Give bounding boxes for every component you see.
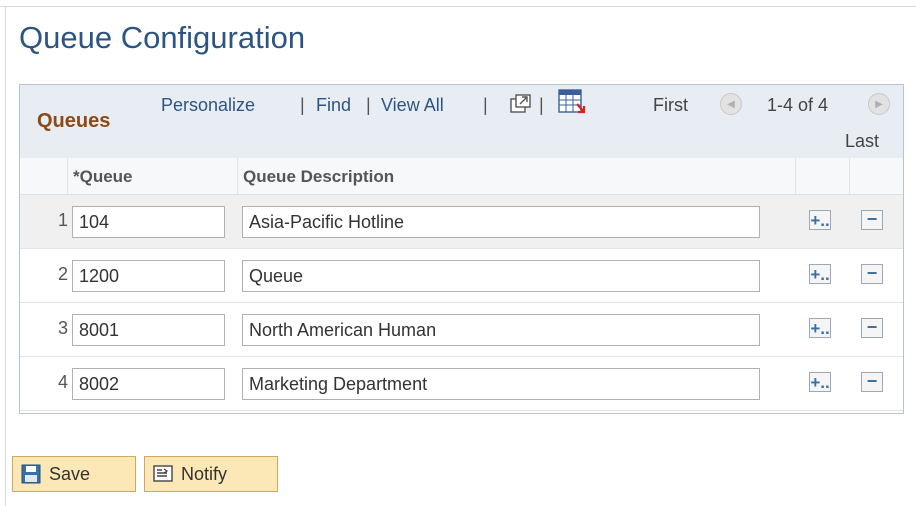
table-row: 1 +.. − bbox=[20, 195, 903, 249]
queue-description-input[interactable] bbox=[242, 314, 760, 346]
find-link[interactable]: Find bbox=[316, 95, 351, 116]
row-number: 3 bbox=[57, 318, 68, 338]
table-row: 4 +.. − bbox=[20, 357, 903, 411]
delete-row-icon: − bbox=[866, 371, 878, 391]
save-label: Save bbox=[49, 463, 91, 484]
delete-row-button[interactable]: − bbox=[861, 210, 883, 230]
queue-input[interactable] bbox=[72, 206, 225, 238]
row-number: 4 bbox=[57, 372, 68, 392]
add-row-icon: +.. bbox=[810, 210, 830, 230]
notify-icon bbox=[153, 465, 173, 482]
add-row-icon: +.. bbox=[810, 372, 830, 392]
table-row: 3 +.. − bbox=[20, 303, 903, 357]
page-title: Queue Configuration bbox=[19, 20, 306, 55]
new-window-icon[interactable] bbox=[510, 94, 532, 114]
column-header-delete bbox=[850, 158, 903, 195]
delete-row-button[interactable]: − bbox=[861, 372, 883, 392]
column-header-queue: *Queue bbox=[68, 158, 238, 195]
add-row-button[interactable]: +.. bbox=[809, 210, 831, 230]
view-all-link[interactable]: View All bbox=[381, 95, 444, 116]
column-header-add bbox=[796, 158, 850, 195]
delete-row-icon: − bbox=[866, 317, 878, 337]
queue-input[interactable] bbox=[72, 260, 225, 292]
add-row-icon: +.. bbox=[810, 264, 830, 284]
table-row: 2 +.. − bbox=[20, 249, 903, 303]
queue-description-input[interactable] bbox=[242, 206, 760, 238]
queue-description-input[interactable] bbox=[242, 260, 760, 292]
column-header-description-label: Queue Description bbox=[243, 167, 395, 186]
next-arrow-icon[interactable]: ▶ bbox=[868, 93, 890, 115]
grid-header: Queues Personalize | Find | View All | |… bbox=[20, 85, 903, 158]
toolbar-separator: | bbox=[483, 95, 488, 115]
notify-label: Notify bbox=[181, 463, 228, 484]
download-to-excel-icon[interactable] bbox=[557, 88, 587, 117]
save-button[interactable]: Save bbox=[12, 456, 136, 492]
frame-top-border bbox=[0, 6, 916, 7]
queue-input[interactable] bbox=[72, 314, 225, 346]
add-row-icon: +.. bbox=[810, 318, 830, 338]
column-header-queue-label: *Queue bbox=[73, 167, 133, 186]
row-range: 1-4 of 4 bbox=[767, 95, 829, 115]
queues-grid: Queues Personalize | Find | View All | |… bbox=[19, 84, 904, 414]
queue-description-input[interactable] bbox=[242, 368, 760, 400]
delete-row-button[interactable]: − bbox=[861, 264, 883, 284]
add-row-button[interactable]: +.. bbox=[809, 318, 831, 338]
grid-body: *Queue Queue Description 1 +.. − 2 +.. −… bbox=[20, 158, 903, 413]
notify-button[interactable]: Notify bbox=[144, 456, 278, 492]
add-row-button[interactable]: +.. bbox=[809, 372, 831, 392]
toolbar-separator: | bbox=[300, 95, 305, 115]
delete-row-icon: − bbox=[866, 263, 878, 283]
delete-row-icon: − bbox=[866, 209, 878, 229]
save-icon bbox=[21, 464, 41, 484]
queue-input[interactable] bbox=[72, 368, 225, 400]
last-link[interactable]: Last bbox=[845, 131, 879, 152]
frame-left-border bbox=[5, 6, 6, 506]
column-header-rownum bbox=[20, 158, 68, 195]
add-row-button[interactable]: +.. bbox=[809, 264, 831, 284]
grid-title: Queues bbox=[37, 110, 111, 132]
first-link[interactable]: First bbox=[653, 95, 688, 116]
toolbar-separator: | bbox=[366, 95, 371, 115]
toolbar-separator: | bbox=[539, 95, 544, 115]
previous-arrow-icon[interactable]: ◀ bbox=[720, 93, 742, 115]
row-number: 2 bbox=[57, 264, 68, 284]
delete-row-button[interactable]: − bbox=[861, 318, 883, 338]
row-number: 1 bbox=[57, 210, 68, 230]
personalize-link[interactable]: Personalize bbox=[161, 95, 255, 116]
column-header-description: Queue Description bbox=[238, 158, 796, 195]
